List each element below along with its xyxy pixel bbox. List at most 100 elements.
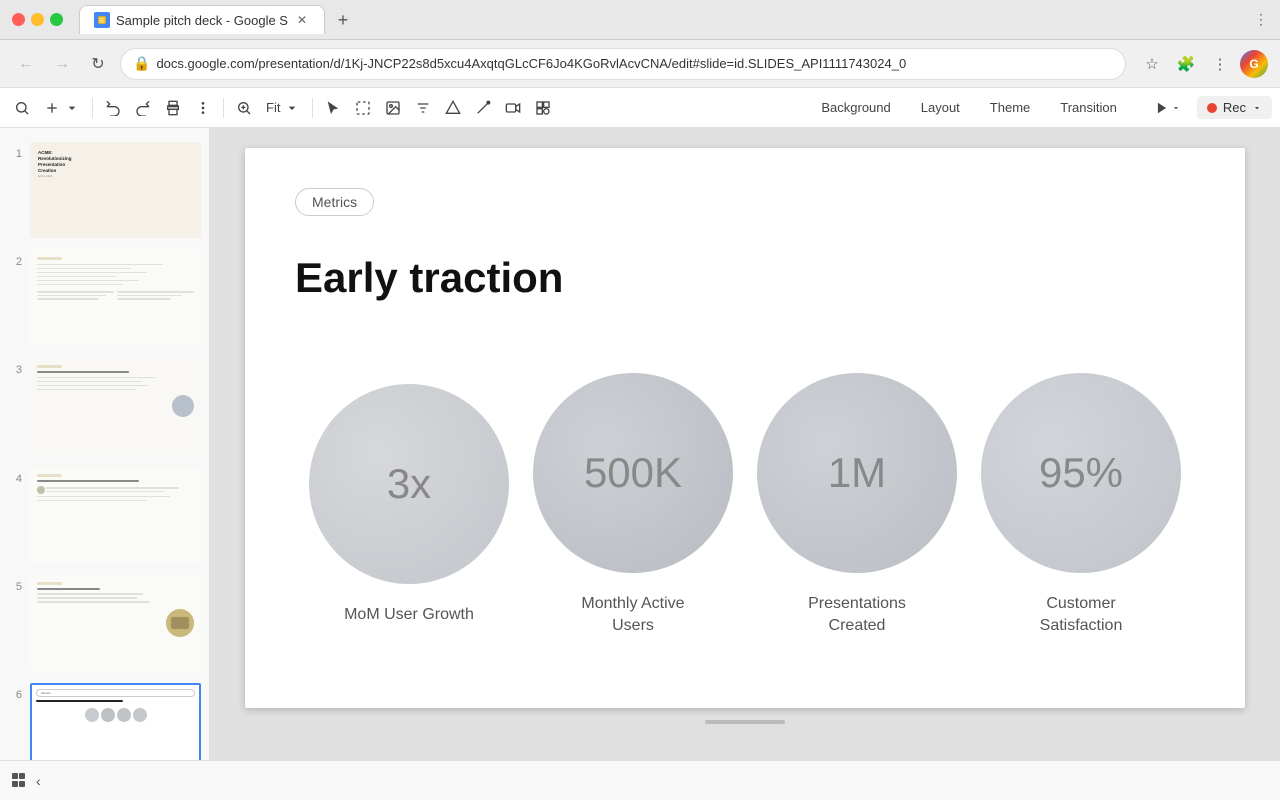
metric-circle-1: 500K bbox=[533, 373, 733, 573]
slide-item-1[interactable]: 1 ACME:RevolutionizingPresentationCreati… bbox=[0, 136, 209, 244]
thumb-badge-4 bbox=[37, 474, 62, 477]
maximize-window-button[interactable] bbox=[50, 13, 63, 26]
minimize-window-button[interactable] bbox=[31, 13, 44, 26]
insert-video-button[interactable] bbox=[499, 94, 527, 122]
slide-number-3: 3 bbox=[8, 358, 22, 376]
insert-line-button[interactable] bbox=[469, 94, 497, 122]
slide-thumbnail-4[interactable] bbox=[30, 467, 201, 563]
slide-number-1: 1 bbox=[8, 142, 22, 160]
metric-item-0: 3x MoM User Growth bbox=[309, 384, 509, 626]
metric-label-0: MoM User Growth bbox=[344, 604, 474, 626]
metric-circle-2: 1M bbox=[757, 373, 957, 573]
main-area: 1 ACME:RevolutionizingPresentationCreati… bbox=[0, 128, 1280, 760]
insert-button[interactable] bbox=[38, 94, 86, 122]
metrics-tag-container: Metrics bbox=[295, 188, 1195, 236]
slides-panel: 1 ACME:RevolutionizingPresentationCreati… bbox=[0, 128, 210, 760]
background-label: Background bbox=[821, 100, 890, 115]
bottom-bar: ‹ bbox=[0, 760, 1280, 800]
metric-label-2: PresentationsCreated bbox=[808, 593, 906, 638]
theme-button[interactable]: Theme bbox=[978, 96, 1042, 119]
slide-item-4[interactable]: 4 bbox=[0, 461, 209, 569]
slide-item-2[interactable]: 2 bbox=[0, 244, 209, 352]
thumb-lines bbox=[37, 264, 194, 287]
metric-circle-3: 95% bbox=[981, 373, 1181, 573]
slide-canvas[interactable]: Metrics Early traction 3x MoM User Growt… bbox=[245, 148, 1245, 708]
thumb-circles-6 bbox=[36, 708, 195, 722]
transition-label: Transition bbox=[1060, 100, 1117, 115]
metric-item-2: 1M PresentationsCreated bbox=[757, 373, 957, 638]
window-settings-icon[interactable]: ⋮ bbox=[1254, 11, 1268, 28]
transition-button[interactable]: Transition bbox=[1048, 96, 1129, 119]
reload-button[interactable]: ↻ bbox=[84, 50, 112, 78]
browser-frame: Sample pitch deck - Google S ✕ + ⋮ ← → ↻… bbox=[0, 0, 1280, 800]
metric-value-1: 500K bbox=[584, 449, 682, 497]
zoom-button[interactable] bbox=[230, 94, 258, 122]
print-button[interactable] bbox=[159, 94, 187, 122]
insert-image-button[interactable] bbox=[379, 94, 407, 122]
slide-thumbnail-1[interactable]: ACME:RevolutionizingPresentationCreation… bbox=[30, 142, 201, 238]
slide-number-5: 5 bbox=[8, 575, 22, 593]
slide-thumbnail-5[interactable] bbox=[30, 575, 201, 671]
address-bar: ← → ↻ 🔒 docs.google.com/presentation/d/1… bbox=[0, 40, 1280, 88]
present-button[interactable] bbox=[1143, 97, 1193, 119]
insert-text-button[interactable] bbox=[409, 94, 437, 122]
more-shapes-button[interactable] bbox=[529, 94, 557, 122]
slide-thumbnail-6[interactable]: Metrics bbox=[30, 683, 201, 760]
selection-box-button[interactable] bbox=[349, 94, 377, 122]
scrollbar-indicator bbox=[705, 720, 785, 724]
panel-toggle-button[interactable]: ‹ bbox=[36, 773, 41, 789]
thumb-columns bbox=[37, 291, 194, 301]
slide-item-3[interactable]: 3 bbox=[0, 352, 209, 460]
slide-thumbnail-3[interactable] bbox=[30, 358, 201, 454]
thumb-content-4 bbox=[37, 474, 194, 556]
profile-avatar[interactable]: G bbox=[1240, 50, 1268, 78]
tab-area: Sample pitch deck - Google S ✕ + bbox=[79, 5, 1246, 34]
metric-value-3: 95% bbox=[1039, 449, 1123, 497]
traffic-lights bbox=[12, 13, 63, 26]
select-tool-button[interactable] bbox=[319, 94, 347, 122]
slide-tag: Metrics bbox=[295, 188, 374, 216]
thumb-badge-5 bbox=[37, 582, 62, 585]
slide-thumbnail-2[interactable] bbox=[30, 250, 201, 346]
insert-shape-button[interactable] bbox=[439, 94, 467, 122]
layout-button[interactable]: Layout bbox=[909, 96, 972, 119]
browser-tab[interactable]: Sample pitch deck - Google S ✕ bbox=[79, 5, 325, 34]
undo-button[interactable] bbox=[99, 94, 127, 122]
toolbar-divider-1 bbox=[92, 98, 93, 118]
extensions-button[interactable]: 🧩 bbox=[1172, 50, 1200, 78]
close-window-button[interactable] bbox=[12, 13, 25, 26]
metric-item-1: 500K Monthly ActiveUsers bbox=[533, 373, 733, 638]
grid-view-button[interactable] bbox=[12, 773, 28, 789]
zoom-select[interactable]: Fit bbox=[260, 94, 306, 122]
thumb-title-3 bbox=[37, 371, 129, 373]
slide-title: Early traction bbox=[295, 254, 1195, 302]
browser-menu-button[interactable]: ⋮ bbox=[1206, 50, 1234, 78]
redo-button[interactable] bbox=[129, 94, 157, 122]
slide-number-4: 4 bbox=[8, 467, 22, 485]
lock-icon: 🔒 bbox=[133, 55, 150, 72]
thumb-badge-3 bbox=[37, 365, 62, 368]
metric-value-2: 1M bbox=[828, 449, 886, 497]
background-button[interactable]: Background bbox=[809, 96, 902, 119]
search-button[interactable] bbox=[8, 94, 36, 122]
back-button[interactable]: ← bbox=[12, 50, 40, 78]
metric-label-3: CustomerSatisfaction bbox=[1040, 593, 1123, 638]
tab-close-button[interactable]: ✕ bbox=[294, 12, 310, 28]
rec-button[interactable]: Rec bbox=[1197, 96, 1272, 119]
more-options-button[interactable] bbox=[189, 94, 217, 122]
tab-title: Sample pitch deck - Google S bbox=[116, 13, 288, 28]
forward-button[interactable]: → bbox=[48, 50, 76, 78]
layout-label: Layout bbox=[921, 100, 960, 115]
tab-favicon bbox=[94, 12, 110, 28]
slide-number-2: 2 bbox=[8, 250, 22, 268]
new-tab-button[interactable]: + bbox=[329, 6, 357, 34]
rec-dot-icon bbox=[1207, 103, 1217, 113]
browser-toolbar-icons: ☆ 🧩 ⋮ G bbox=[1138, 50, 1268, 78]
slide-item-5[interactable]: 5 bbox=[0, 569, 209, 677]
slides-toolbar: Fit bbox=[0, 88, 1280, 128]
address-text: docs.google.com/presentation/d/1Kj-JNCP2… bbox=[156, 56, 1113, 71]
slide-item-6[interactable]: 6 Metrics bbox=[0, 677, 209, 760]
thumb-badge bbox=[37, 257, 62, 260]
address-input[interactable]: 🔒 docs.google.com/presentation/d/1Kj-JNC… bbox=[120, 48, 1126, 80]
bookmark-button[interactable]: ☆ bbox=[1138, 50, 1166, 78]
